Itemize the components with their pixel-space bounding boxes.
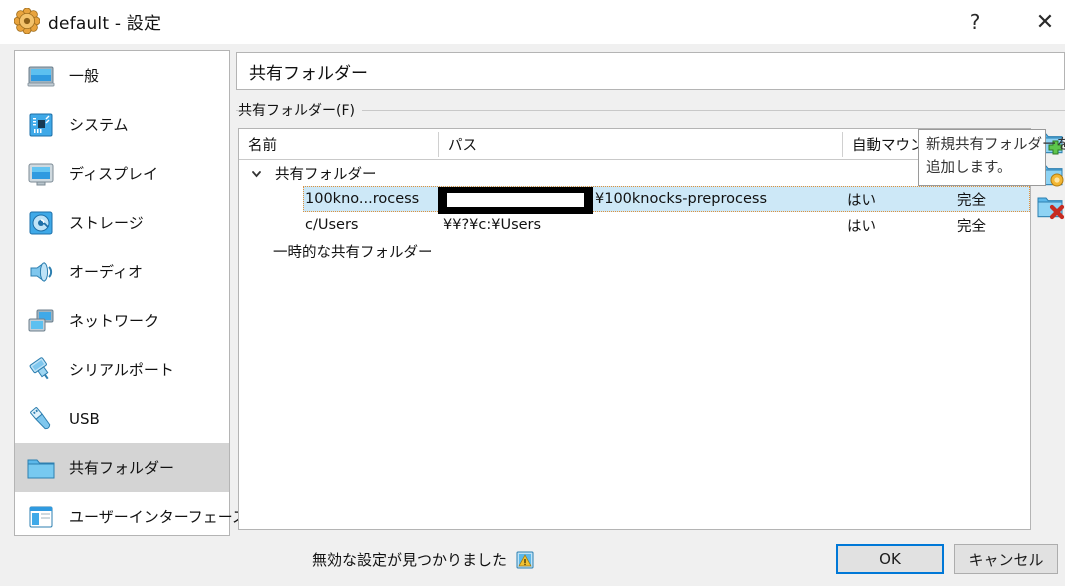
sidebar-item-system[interactable]: システム [15,100,229,149]
shared-folders-table[interactable]: 名前 パス 自動マウント アクセス権 共有フォルダー [238,128,1031,530]
settings-window: default - 設定 ? ✕ 一般 システム ディスプレイ ストレージ オー… [0,0,1065,586]
tooltip-line-1: 新規共有フォルダーを [926,137,1065,153]
usb-icon [25,403,57,435]
sidebar-label: ストレージ [69,214,144,232]
tree-group-label: 一時的な共有フォルダー [273,244,433,261]
title-bar: default - 設定 ? ✕ [0,0,1065,44]
sidebar-label: シリアルポート [69,361,174,379]
network-icon [25,305,57,337]
sidebar-item-display[interactable]: ディスプレイ [15,149,229,198]
system-chip-icon [25,109,57,141]
warning-icon[interactable] [516,551,534,569]
status-text: 無効な設定が見つかりました [312,551,508,569]
display-icon [25,158,57,190]
sidebar-item-storage[interactable]: ストレージ [15,198,229,247]
cell-auto-mount: はい [847,192,876,209]
tree-group-label: 共有フォルダー [275,166,377,183]
help-button[interactable]: ? [952,0,998,44]
cell-name: c/Users [305,217,359,233]
ok-button[interactable]: OK [836,544,944,574]
sidebar-label: 共有フォルダー [69,459,175,477]
sidebar-label: システム [69,116,129,134]
redaction-inner [447,193,584,207]
sidebar-item-network[interactable]: ネットワーク [15,296,229,345]
sidebar-item-shared-folders[interactable]: 共有フォルダー [15,443,229,492]
table-row[interactable]: 100kno...rocess ¥100knocks-preprocess はい… [239,186,1030,214]
sidebar-item-user-interface[interactable]: ユーザーインターフェース [15,492,247,541]
sidebar-label: ディスプレイ [69,165,158,183]
cell-access: 完全 [957,192,986,209]
cell-access: 完全 [957,218,986,235]
gear-icon [14,8,40,34]
window-title: default - 設定 [48,14,162,34]
folder-icon [25,452,57,484]
sidebar-item-usb[interactable]: USB [15,394,229,443]
sidebar-label: 一般 [69,67,100,85]
column-header-name[interactable]: 名前 [239,129,439,159]
table-row[interactable]: c/Users ¥¥?¥c:¥Users はい 完全 [239,212,1030,238]
sidebar-item-general[interactable]: 一般 [15,51,229,100]
sidebar-label: オーディオ [69,263,143,281]
chevron-down-icon[interactable] [247,164,265,182]
settings-sidebar: 一般 システム ディスプレイ ストレージ オーディオ ネットワーク シリアルポー… [14,50,247,536]
main-panel: 共有フォルダー 共有フォルダー(F) 名前 パス 自動マウント アクセス権 [236,50,1065,536]
group-box-label: 共有フォルダー(F) [238,100,362,120]
page-title: 共有フォルダー [236,52,1065,90]
monitor-icon [25,60,57,92]
redaction-box [438,187,593,214]
folder-tree: 共有フォルダー 100kno...rocess ¥100knocks-prepr… [239,160,1030,264]
cell-auto-mount: はい [847,218,876,235]
sidebar-label: ネットワーク [69,312,160,330]
cell-path: ¥100knocks-preprocess [595,191,768,207]
cell-path: ¥¥?¥c:¥Users [443,217,542,233]
speaker-icon [25,256,57,288]
status-bar: 無効な設定が見つかりました [312,549,534,570]
serial-port-icon [25,354,57,386]
cell-name: 100kno...rocess [305,191,420,207]
user-interface-icon [25,501,57,533]
tree-group-machine-folders[interactable]: 共有フォルダー [239,160,1030,186]
table-header-row: 名前 パス 自動マウント アクセス権 [239,129,1030,160]
harddisk-icon [25,207,57,239]
close-button[interactable]: ✕ [1022,0,1065,44]
sidebar-label: USB [69,409,100,428]
sidebar-item-serial-port[interactable]: シリアルポート [15,345,229,394]
remove-shared-folder-button[interactable] [1036,192,1065,221]
sidebar-item-audio[interactable]: オーディオ [15,247,229,296]
column-header-path[interactable]: パス [439,129,842,159]
tooltip-line-2: 追加します。 [926,160,1012,176]
tree-group-transient-folders[interactable]: 一時的な共有フォルダー [239,238,1030,264]
sidebar-label: ユーザーインターフェース [69,508,248,526]
cancel-button[interactable]: キャンセル [954,544,1058,574]
tooltip-add-shared-folder: 新規共有フォルダーを 追加します。 [918,129,1065,186]
